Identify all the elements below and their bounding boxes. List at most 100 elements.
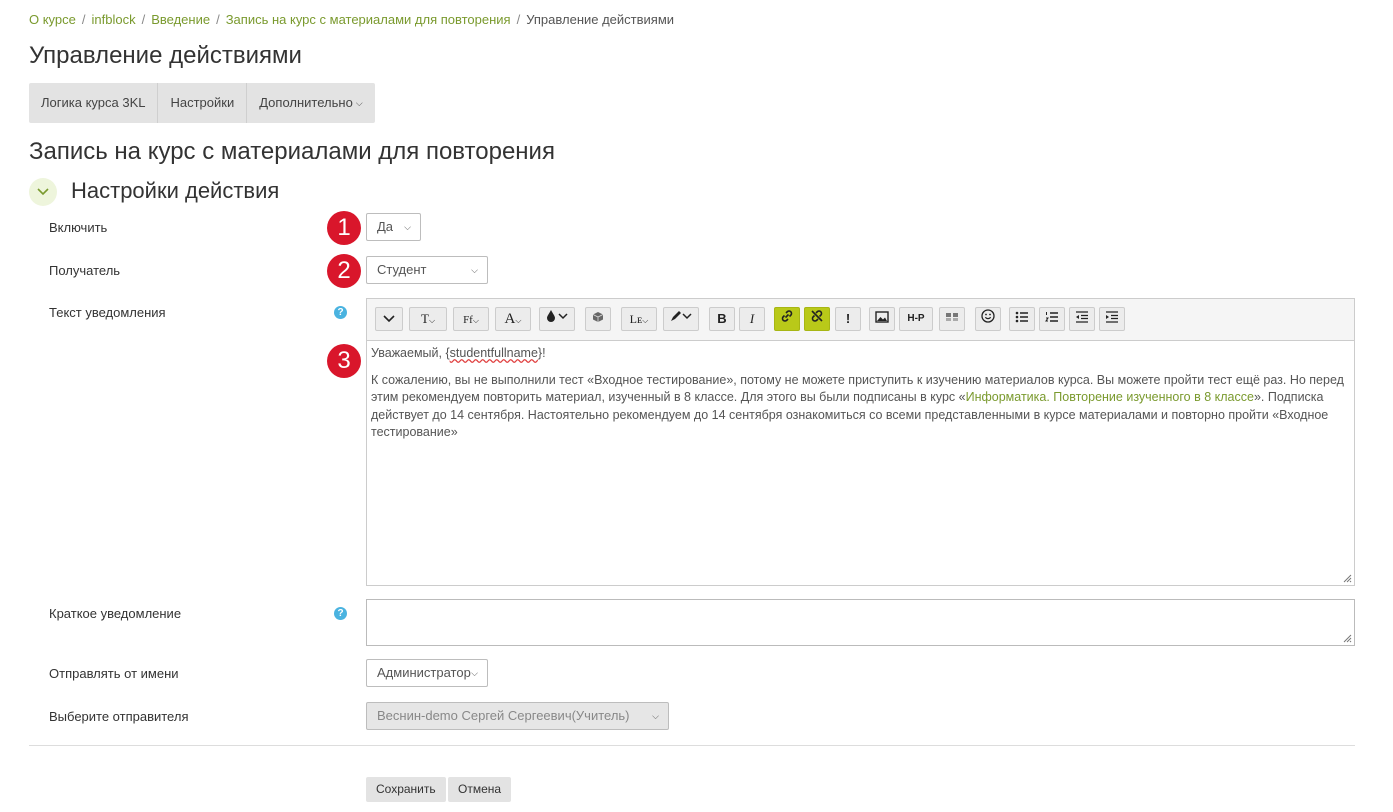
cancel-button-label: Отмена bbox=[458, 782, 502, 796]
drop-icon bbox=[547, 310, 568, 322]
resize-handle-icon[interactable] bbox=[1343, 574, 1352, 583]
multilang-icon: Lᴇ bbox=[629, 312, 643, 326]
nav-settings-button[interactable]: Настройки bbox=[158, 83, 248, 123]
chevron-down-icon bbox=[383, 315, 395, 323]
link-icon bbox=[781, 310, 793, 322]
font-color-icon: A bbox=[504, 311, 516, 327]
nav-logic-button[interactable]: Логика курса 3KL bbox=[29, 83, 159, 123]
breadcrumb-current: Управление действиями bbox=[526, 12, 675, 27]
section-title: Запись на курс с материалами для повторе… bbox=[29, 138, 555, 165]
important-button[interactable]: ! bbox=[835, 307, 861, 331]
cube-icon bbox=[592, 312, 604, 322]
background-color-button[interactable] bbox=[539, 307, 575, 331]
save-button[interactable]: Сохранить bbox=[366, 777, 446, 802]
help-icon[interactable]: ? bbox=[334, 607, 347, 620]
nav-more-button[interactable]: Дополнительно ⌵ bbox=[247, 83, 374, 123]
rich-text-editor[interactable]: T⌵ Ff⌵ A⌵ Lᴇ⌵ B I ! H-P Уважаемый, {stud… bbox=[366, 298, 1355, 586]
unordered-list-button[interactable] bbox=[1009, 307, 1035, 331]
editor-content[interactable]: Уважаемый, {studentfullname}! К сожалени… bbox=[371, 345, 1344, 451]
sender-select-value: Веснин-demo Сергей Сергеевич(Учитель) bbox=[377, 708, 630, 723]
send-as-label: Отправлять от имени bbox=[49, 666, 179, 681]
link-button[interactable] bbox=[774, 307, 800, 331]
collapse-toggle-icon[interactable] bbox=[29, 178, 57, 206]
greeting-paragraph: Уважаемый, {studentfullname}! bbox=[371, 345, 1344, 363]
italic-icon: I bbox=[749, 311, 755, 326]
bold-button[interactable]: B bbox=[709, 307, 735, 331]
notification-text-label: Текст уведомления bbox=[49, 305, 166, 320]
image-icon bbox=[875, 311, 889, 323]
chevron-down-icon: ⌵ bbox=[515, 316, 522, 325]
outdent-button[interactable] bbox=[1069, 307, 1095, 331]
send-as-select-value: Администратор bbox=[377, 665, 471, 680]
bullet-list-icon bbox=[1015, 311, 1028, 323]
greeting-prefix: Уважаемый, { bbox=[371, 346, 450, 360]
emoji-button[interactable] bbox=[975, 307, 1001, 331]
font-family-button[interactable]: Ff⌵ bbox=[453, 307, 489, 331]
recipient-select[interactable]: Студент ⌵ bbox=[366, 256, 488, 284]
enable-select[interactable]: Да ⌵ bbox=[366, 213, 421, 241]
course-link[interactable]: Информатика. Повторение изученного в 8 к… bbox=[966, 390, 1254, 404]
font-color-button[interactable]: A⌵ bbox=[495, 307, 531, 331]
sender-select: Веснин-demo Сергей Сергеевич(Учитель) ⌵ bbox=[366, 702, 669, 730]
breadcrumb-separator: / bbox=[216, 12, 220, 27]
toolbar-toggle-button[interactable] bbox=[375, 307, 403, 331]
body-paragraph: К сожалению, вы не выполнили тест «Входн… bbox=[371, 372, 1344, 442]
save-button-label: Сохранить bbox=[376, 782, 436, 796]
greeting-suffix: }! bbox=[537, 346, 546, 360]
breadcrumb-link-enrollment[interactable]: Запись на курс с материалами для повторе… bbox=[226, 12, 511, 27]
breadcrumb-link-infblock[interactable]: infblock bbox=[92, 12, 136, 27]
chevron-down-icon: ⌵ bbox=[642, 316, 649, 325]
breadcrumb: О курсе / infblock / Введение / Запись на курс… bbox=[29, 12, 674, 27]
secondary-nav: Логика курса 3KL Настройки Дополнительно… bbox=[29, 83, 375, 123]
smiley-icon bbox=[981, 309, 995, 323]
text-size-icon: T bbox=[420, 311, 429, 326]
fieldset-title: Настройки действия bbox=[71, 178, 280, 203]
help-icon[interactable]: ? bbox=[334, 306, 347, 319]
divider bbox=[29, 745, 1355, 746]
chevron-down-icon: ⌵ bbox=[471, 265, 478, 275]
recipient-select-value: Студент bbox=[377, 262, 427, 277]
breadcrumb-separator: / bbox=[516, 12, 521, 27]
indent-button[interactable] bbox=[1099, 307, 1125, 331]
breadcrumb-link-course[interactable]: О курсе bbox=[29, 12, 76, 27]
short-notification-textarea[interactable] bbox=[366, 599, 1355, 646]
chevron-down-icon: ⌵ bbox=[355, 98, 363, 108]
highlight-button[interactable] bbox=[663, 307, 699, 331]
marker-badge-1: 1 bbox=[327, 211, 361, 245]
unlink-button[interactable] bbox=[804, 307, 830, 331]
ordered-list-button[interactable] bbox=[1039, 307, 1065, 331]
marker-pen-icon bbox=[671, 311, 692, 321]
marker-badge-2: 2 bbox=[327, 254, 361, 288]
media-icon bbox=[946, 313, 958, 321]
multilang-button[interactable]: Lᴇ⌵ bbox=[621, 307, 657, 331]
nav-logic-label: Логика курса 3KL bbox=[41, 95, 146, 110]
nav-more-label: Дополнительно bbox=[259, 95, 353, 110]
chevron-down-icon: ⌵ bbox=[404, 222, 411, 232]
h5p-button[interactable]: H-P bbox=[899, 307, 933, 331]
chevron-down-icon: ⌵ bbox=[652, 711, 659, 721]
marker-badge-3: 3 bbox=[327, 344, 361, 378]
placeholder-variable: studentfullname bbox=[449, 346, 538, 360]
indent-icon bbox=[1106, 311, 1118, 323]
breadcrumb-separator: / bbox=[141, 12, 146, 27]
send-as-select[interactable]: Администратор ⌵ bbox=[366, 659, 488, 687]
chevron-down-icon: ⌵ bbox=[471, 668, 478, 678]
breadcrumb-link-intro[interactable]: Введение bbox=[151, 12, 210, 27]
cube-button[interactable] bbox=[585, 307, 611, 331]
cancel-button[interactable]: Отмена bbox=[448, 777, 512, 802]
exclamation-icon: ! bbox=[845, 311, 851, 326]
unlink-icon bbox=[811, 310, 823, 322]
sender-label: Выберите отправителя bbox=[49, 709, 189, 724]
bold-icon: B bbox=[717, 311, 727, 326]
image-button[interactable] bbox=[869, 307, 895, 331]
text-size-button[interactable]: T⌵ bbox=[409, 307, 447, 331]
h5p-icon: H-P bbox=[907, 313, 925, 324]
editor-toolbar: T⌵ Ff⌵ A⌵ Lᴇ⌵ B I ! H-P bbox=[367, 299, 1354, 341]
chevron-down-icon: ⌵ bbox=[428, 316, 436, 325]
enable-label: Включить bbox=[49, 220, 108, 235]
italic-button[interactable]: I bbox=[739, 307, 765, 331]
media-button[interactable] bbox=[939, 307, 965, 331]
resize-handle-icon[interactable] bbox=[1343, 634, 1352, 643]
outdent-icon bbox=[1076, 311, 1088, 323]
page-title: Управление действиями bbox=[29, 42, 302, 69]
